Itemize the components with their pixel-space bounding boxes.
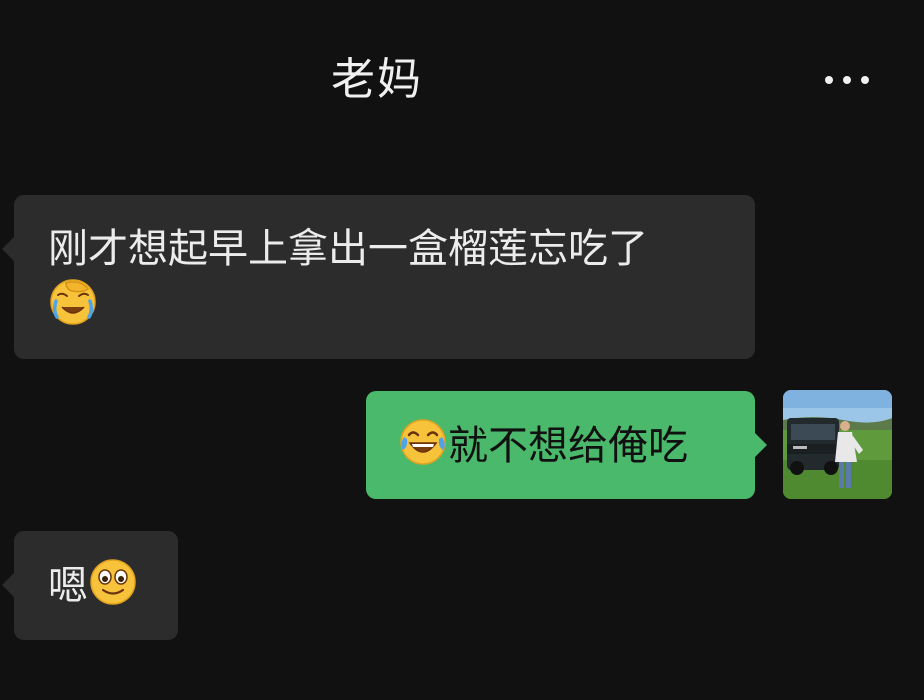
more-dots-icon — [861, 76, 869, 84]
more-dots-icon — [843, 76, 851, 84]
message-bubble-received[interactable]: 嗯 — [2, 531, 178, 640]
message-text: 嗯 — [48, 563, 88, 609]
smiling-face-icon — [88, 557, 138, 607]
message-bubble-received[interactable]: 刚才想起早上拿出一盒榴莲忘吃了 — [2, 195, 755, 359]
avatar[interactable] — [783, 390, 892, 499]
message-text: 就不想给俺吃 — [448, 423, 688, 469]
tears-of-joy-icon — [398, 417, 448, 467]
chat-screen: 老妈 刚才想起早上拿出一盒榴莲忘吃了 就不想给俺吃 嗯 — [0, 0, 924, 700]
message-bubble-sent[interactable]: 就不想给俺吃 — [366, 391, 767, 499]
chat-title: 老妈 — [331, 54, 423, 105]
more-dots-icon — [825, 76, 833, 84]
message-text: 刚才想起早上拿出一盒榴莲忘吃了 — [48, 226, 648, 272]
face-palm-crying-icon — [48, 277, 98, 327]
more-options-button[interactable] — [812, 60, 882, 100]
